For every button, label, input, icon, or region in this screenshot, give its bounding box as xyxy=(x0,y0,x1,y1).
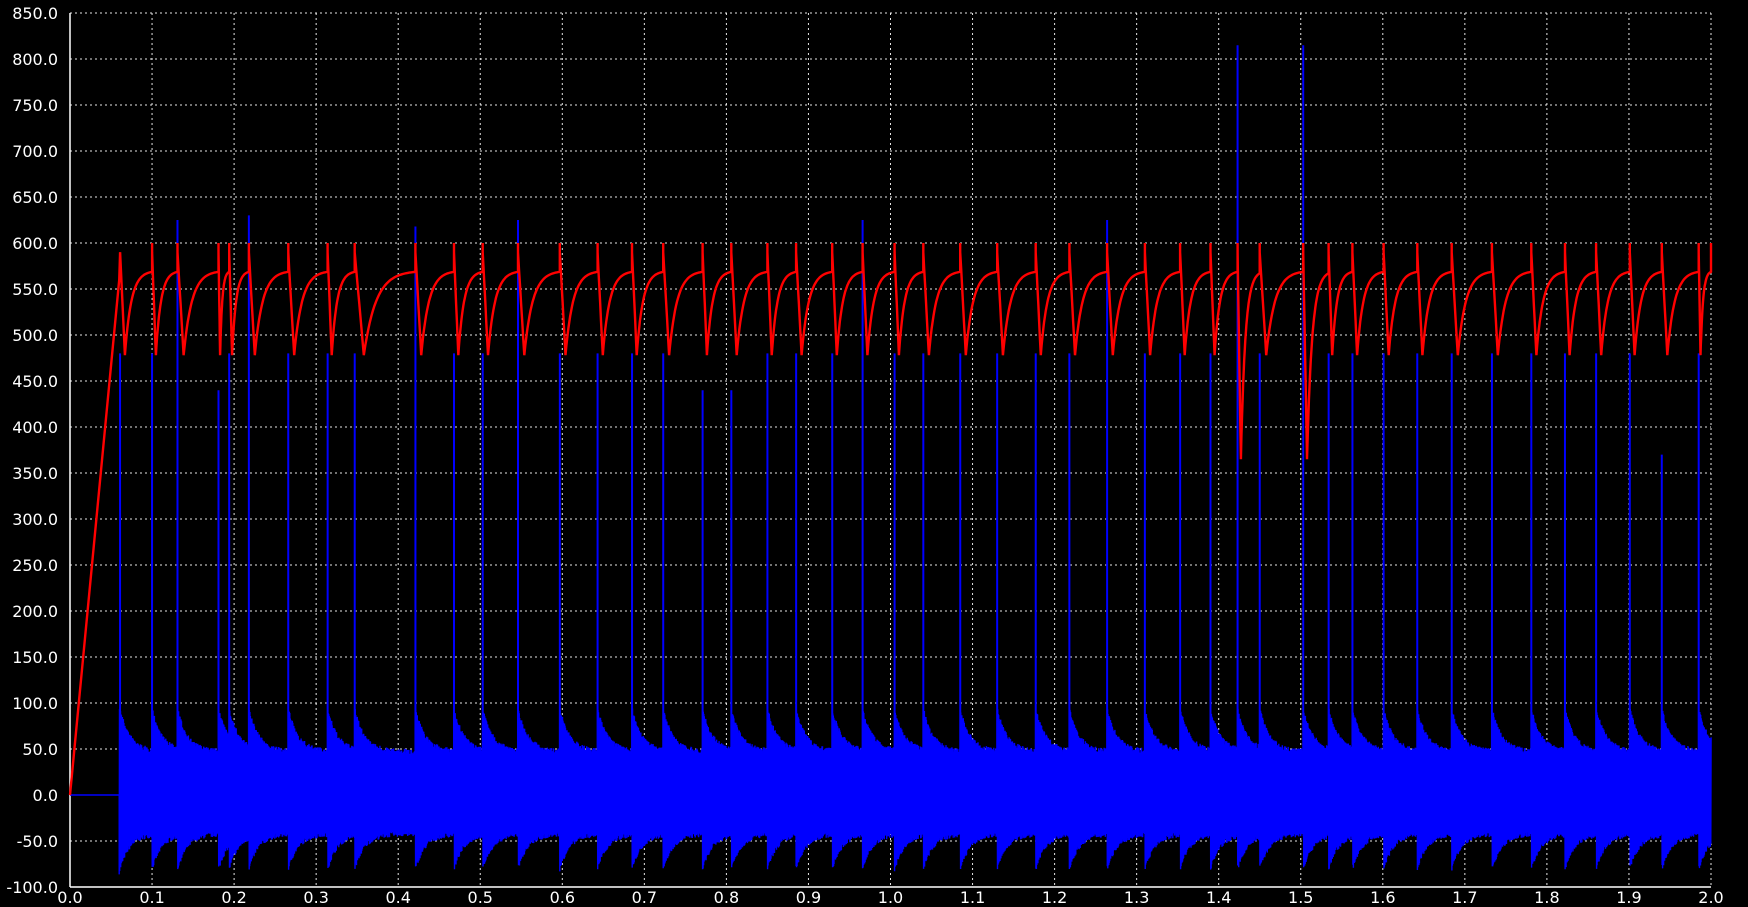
y-tick-label: 300.0 xyxy=(12,510,58,529)
y-tick-label: 50.0 xyxy=(22,740,58,759)
x-tick-label: 0.4 xyxy=(385,888,410,907)
y-tick-label: 550.0 xyxy=(12,280,58,299)
y-tick-label: 800.0 xyxy=(12,50,58,69)
x-tick-label: 0.9 xyxy=(796,888,821,907)
x-tick-label: 1.3 xyxy=(1124,888,1149,907)
y-tick-label: 500.0 xyxy=(12,326,58,345)
x-tick-label: 1.0 xyxy=(878,888,903,907)
x-tick-label: 0.7 xyxy=(632,888,657,907)
y-tick-label: 650.0 xyxy=(12,188,58,207)
y-tick-label: 450.0 xyxy=(12,372,58,391)
x-tick-label: 1.5 xyxy=(1288,888,1313,907)
x-tick-label: 1.2 xyxy=(1042,888,1067,907)
x-tick-label: 0.3 xyxy=(303,888,328,907)
y-tick-label: 400.0 xyxy=(12,418,58,437)
x-tick-label: 1.7 xyxy=(1452,888,1477,907)
y-tick-label: 200.0 xyxy=(12,602,58,621)
y-tick-label: 850.0 xyxy=(12,4,58,23)
y-tick-label: 100.0 xyxy=(12,694,58,713)
y-tick-label: 250.0 xyxy=(12,556,58,575)
x-tick-label: 0.5 xyxy=(468,888,493,907)
x-tick-label: 1.4 xyxy=(1206,888,1231,907)
x-tick-label: 2.0 xyxy=(1698,888,1723,907)
x-tick-label: 0.1 xyxy=(139,888,164,907)
y-tick-label: 700.0 xyxy=(12,142,58,161)
y-tick-label: -50.0 xyxy=(17,832,58,851)
x-tick-label: 0.2 xyxy=(221,888,246,907)
y-tick-label: 600.0 xyxy=(12,234,58,253)
y-tick-label: 0.0 xyxy=(33,786,58,805)
y-tick-label: 350.0 xyxy=(12,464,58,483)
x-tick-label: 1.6 xyxy=(1370,888,1395,907)
x-tick-label: 1.1 xyxy=(960,888,985,907)
y-tick-label: 750.0 xyxy=(12,96,58,115)
y-tick-label: -100.0 xyxy=(6,878,58,897)
x-tick-label: 1.9 xyxy=(1616,888,1641,907)
x-tick-label: 0.0 xyxy=(57,888,82,907)
x-tick-label: 1.8 xyxy=(1534,888,1559,907)
waveform-plot: 0.0 0.1 0.2 0.3 0.4 0.5 0.6 0.7 0.8 0.9 1.0 1.1 1.2 1… xyxy=(0,0,1748,907)
y-tick-label: 150.0 xyxy=(12,648,58,667)
x-tick-label: 0.8 xyxy=(714,888,739,907)
x-tick-label: 0.6 xyxy=(550,888,575,907)
